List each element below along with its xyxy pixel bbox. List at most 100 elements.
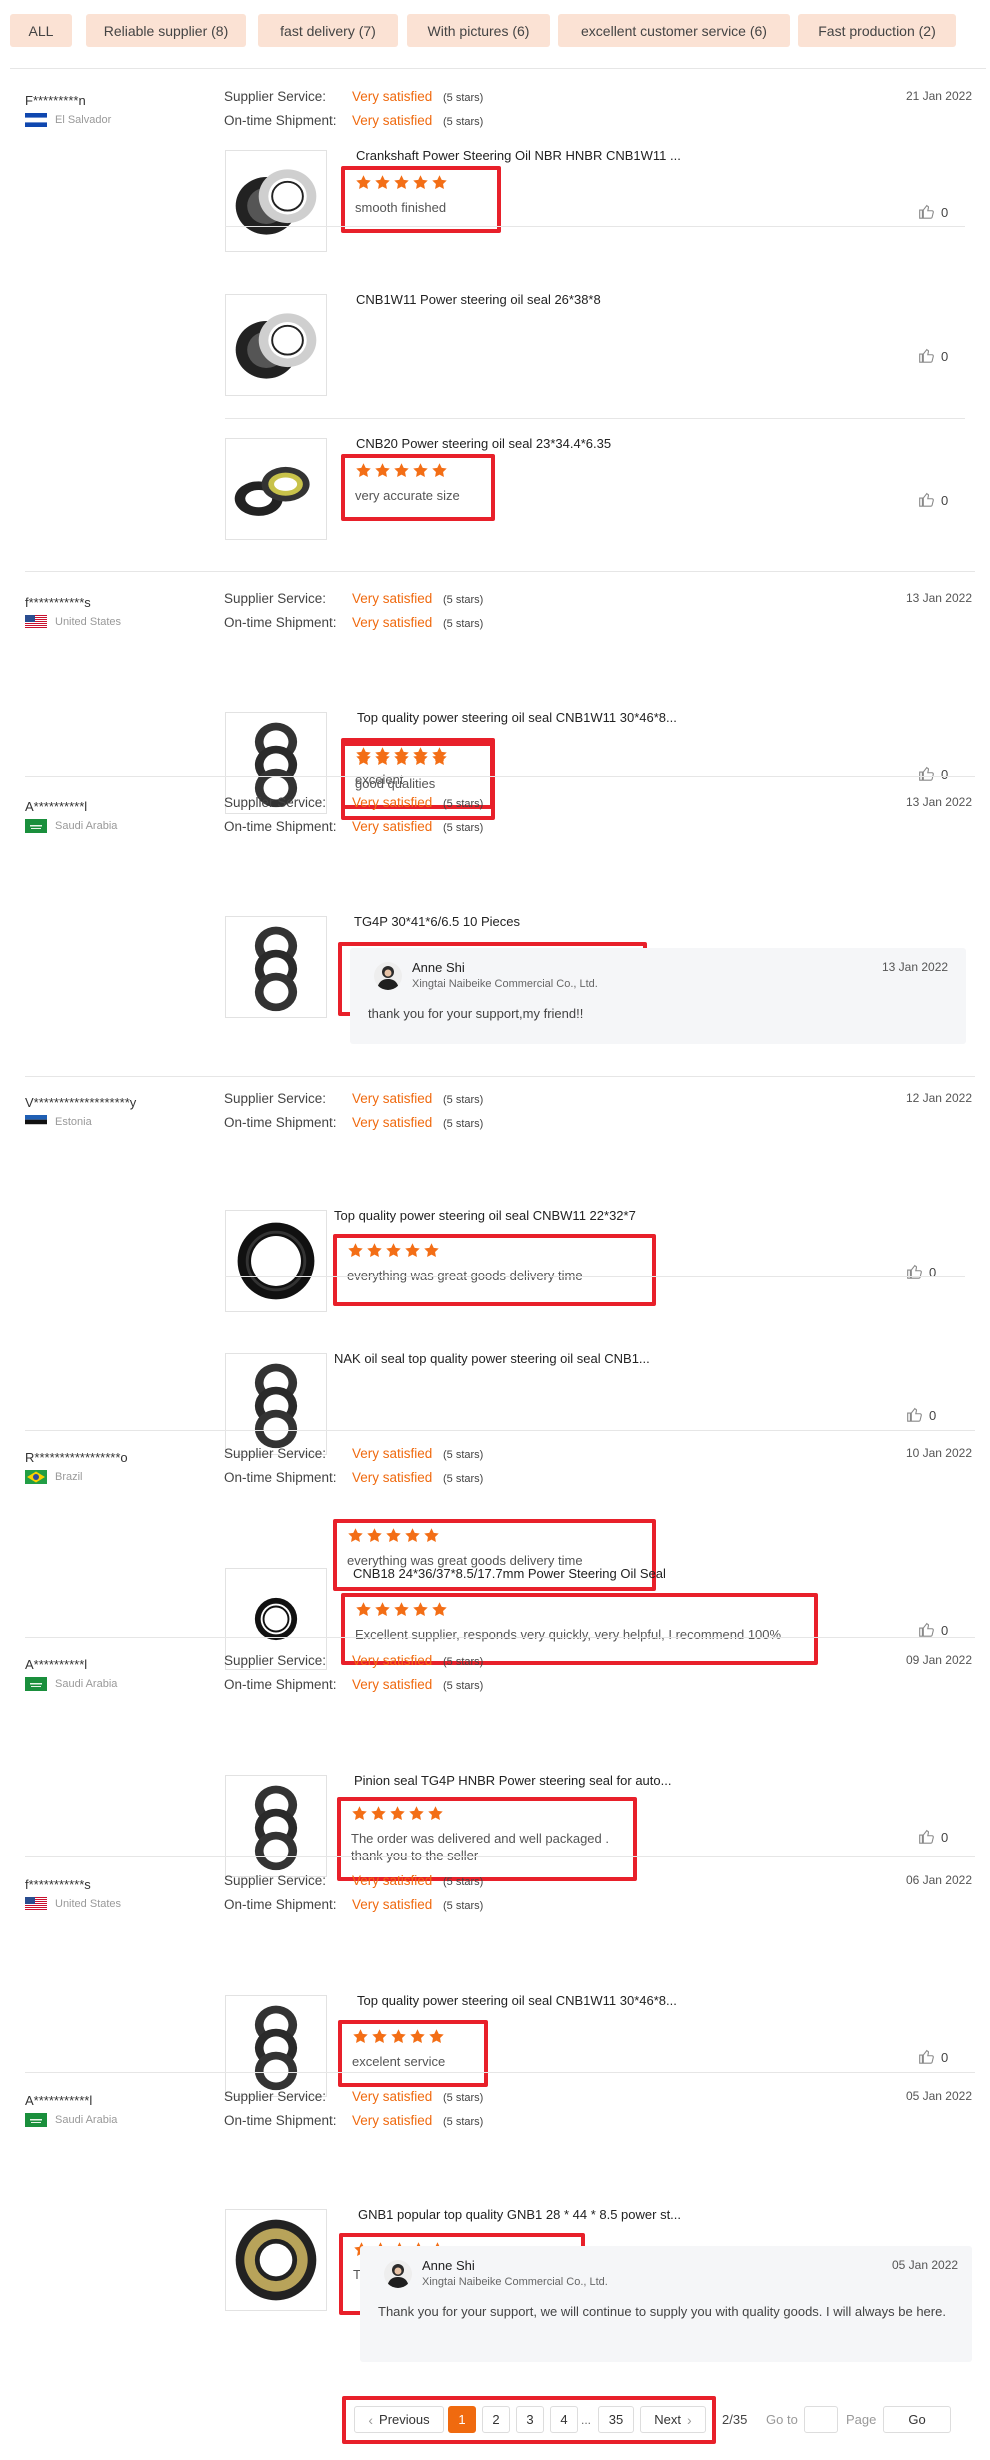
reviewer-country: United States	[25, 615, 121, 629]
rating-stars	[352, 2028, 445, 2048]
like-button[interactable]: 0	[917, 490, 948, 511]
product-thumbnail[interactable]	[225, 438, 327, 540]
country-flag-icon	[25, 615, 47, 629]
product-title[interactable]: Top quality power steering oil seal CNB1…	[357, 1993, 677, 2008]
review-divider	[25, 1076, 975, 1077]
star-icon	[393, 462, 410, 482]
next-label: Next	[654, 2412, 682, 2427]
star-icon	[393, 746, 410, 766]
next-page-button[interactable]: Next ›	[640, 2406, 706, 2433]
star-icon	[347, 1242, 364, 1262]
filter-chip-with-pictures[interactable]: With pictures (6)	[407, 14, 550, 47]
star-icon	[423, 1527, 440, 1547]
page-35-button[interactable]: 35	[598, 2406, 634, 2433]
product-thumbnail[interactable]	[225, 1210, 327, 1312]
product-title[interactable]: CNB20 Power steering oil seal 23*34.4*6.…	[356, 436, 611, 451]
star-icon	[352, 2028, 369, 2048]
review-date: 06 Jan 2022	[905, 1873, 972, 1887]
reviewer: V*******************y Estonia	[25, 1095, 136, 1129]
filter-chip-fast-delivery[interactable]: fast delivery (7)	[258, 14, 398, 47]
rating-value: Very satisfied	[352, 591, 433, 606]
filter-chip-excellent-service[interactable]: excellent customer service (6)	[558, 14, 790, 47]
reviewer: f***********s United States	[25, 595, 121, 629]
product-thumbnail[interactable]	[225, 1995, 327, 2097]
filter-chip-reliable-supplier[interactable]: Reliable supplier (8)	[86, 14, 246, 47]
like-button[interactable]: 0	[905, 1405, 936, 1426]
supplier-service-label: Supplier Service:	[224, 591, 327, 606]
product-title[interactable]: CNB1W11 Power steering oil seal 26*38*8	[356, 292, 601, 307]
like-button[interactable]: 0	[905, 1262, 936, 1283]
like-button[interactable]: 0	[917, 1827, 948, 1848]
rating-stars	[347, 1242, 440, 1262]
page-3-button[interactable]: 3	[516, 2406, 544, 2433]
country-name: United States	[55, 616, 122, 628]
country-name: Saudi Arabia	[55, 1678, 118, 1690]
star-icon	[347, 1527, 364, 1547]
star-icon	[393, 1601, 410, 1621]
chevron-right-icon: ›	[687, 2411, 692, 2428]
reviewer: R*****************o Brazil	[25, 1450, 128, 1484]
product-thumbnail[interactable]	[225, 916, 327, 1018]
rating-stars-text: (5 stars)	[443, 1900, 484, 1912]
product-thumbnail[interactable]	[225, 150, 327, 252]
star-icon	[428, 2028, 445, 2048]
star-icon	[374, 1601, 391, 1621]
product-thumbnail[interactable]	[225, 294, 327, 396]
star-icon	[404, 1242, 421, 1262]
product-title[interactable]: CNB18 24*36/37*8.5/17.7mm Power Steering…	[353, 1566, 666, 1581]
page-2-button[interactable]: 2	[482, 2406, 510, 2433]
page-summary: 2/35	[722, 2412, 748, 2427]
goto-page-input[interactable]	[804, 2406, 838, 2433]
rating-stars-text: (5 stars)	[443, 1656, 484, 1668]
product-thumbnail[interactable]	[225, 2209, 327, 2311]
product-thumbnail[interactable]	[225, 1775, 327, 1877]
reviewer-country: El Salvador	[25, 113, 111, 127]
product-title[interactable]: Top quality power steering oil seal CNBW…	[334, 1208, 636, 1223]
like-button[interactable]: 0	[917, 764, 948, 785]
product-title[interactable]: Pinion seal TG4P HNBR Power steering sea…	[354, 1773, 671, 1788]
page-4-button[interactable]: 4	[550, 2406, 578, 2433]
rating-value: Very satisfied	[352, 2113, 433, 2128]
rating-value: Very satisfied	[352, 89, 433, 104]
pagination-ellipsis: ...	[581, 2413, 592, 2427]
star-icon	[412, 174, 429, 194]
country-name: Saudi Arabia	[55, 820, 118, 832]
like-count: 0	[941, 1623, 949, 1638]
product-title[interactable]: NAK oil seal top quality power steering …	[334, 1351, 650, 1366]
review-divider	[25, 776, 975, 777]
like-button[interactable]: 0	[917, 346, 948, 367]
like-button[interactable]: 0	[917, 202, 948, 223]
country-flag-icon	[25, 819, 47, 833]
star-icon	[355, 462, 372, 482]
on-time-shipment-label: On-time Shipment:	[224, 1470, 337, 1485]
rating-stars-text: (5 stars)	[443, 618, 484, 630]
previous-page-button[interactable]: ‹ Previous	[354, 2406, 444, 2433]
product-title[interactable]: TG4P 30*41*6/6.5 10 Pieces	[354, 914, 520, 929]
filter-chip-all[interactable]: ALL	[10, 14, 72, 47]
star-icon	[427, 1805, 444, 1825]
supplier-service-label: Supplier Service:	[224, 1653, 327, 1668]
filter-chip-fast-production[interactable]: Fast production (2)	[798, 14, 956, 47]
like-button[interactable]: 0	[917, 2047, 948, 2068]
product-thumbnail[interactable]	[225, 1353, 327, 1455]
go-button[interactable]: Go	[883, 2406, 951, 2433]
reviewer-country: Saudi Arabia	[25, 2113, 117, 2127]
page-1-button[interactable]: 1	[448, 2406, 476, 2433]
country-flag-icon	[25, 1897, 47, 1911]
rating-stars	[355, 462, 448, 482]
like-count: 0	[941, 205, 949, 220]
page-label: Page	[846, 2412, 877, 2427]
rating-stars-text: (5 stars)	[443, 594, 484, 606]
star-icon	[355, 1601, 372, 1621]
product-title[interactable]: Crankshaft Power Steering Oil NBR HNBR C…	[356, 148, 681, 163]
previous-label: Previous	[379, 2412, 430, 2427]
star-icon	[412, 1601, 429, 1621]
star-icon	[366, 1242, 383, 1262]
rating-stars-text: (5 stars)	[443, 1094, 484, 1106]
reply-text: Thank you for your support, we will cont…	[378, 2304, 946, 2319]
rating-stars-text: (5 stars)	[443, 116, 484, 128]
star-icon	[404, 1527, 421, 1547]
product-title[interactable]: Top quality power steering oil seal CNB1…	[357, 710, 677, 725]
product-title[interactable]: GNB1 popular top quality GNB1 28 * 44 * …	[358, 2207, 681, 2222]
review-date: 13 Jan 2022	[905, 591, 972, 605]
